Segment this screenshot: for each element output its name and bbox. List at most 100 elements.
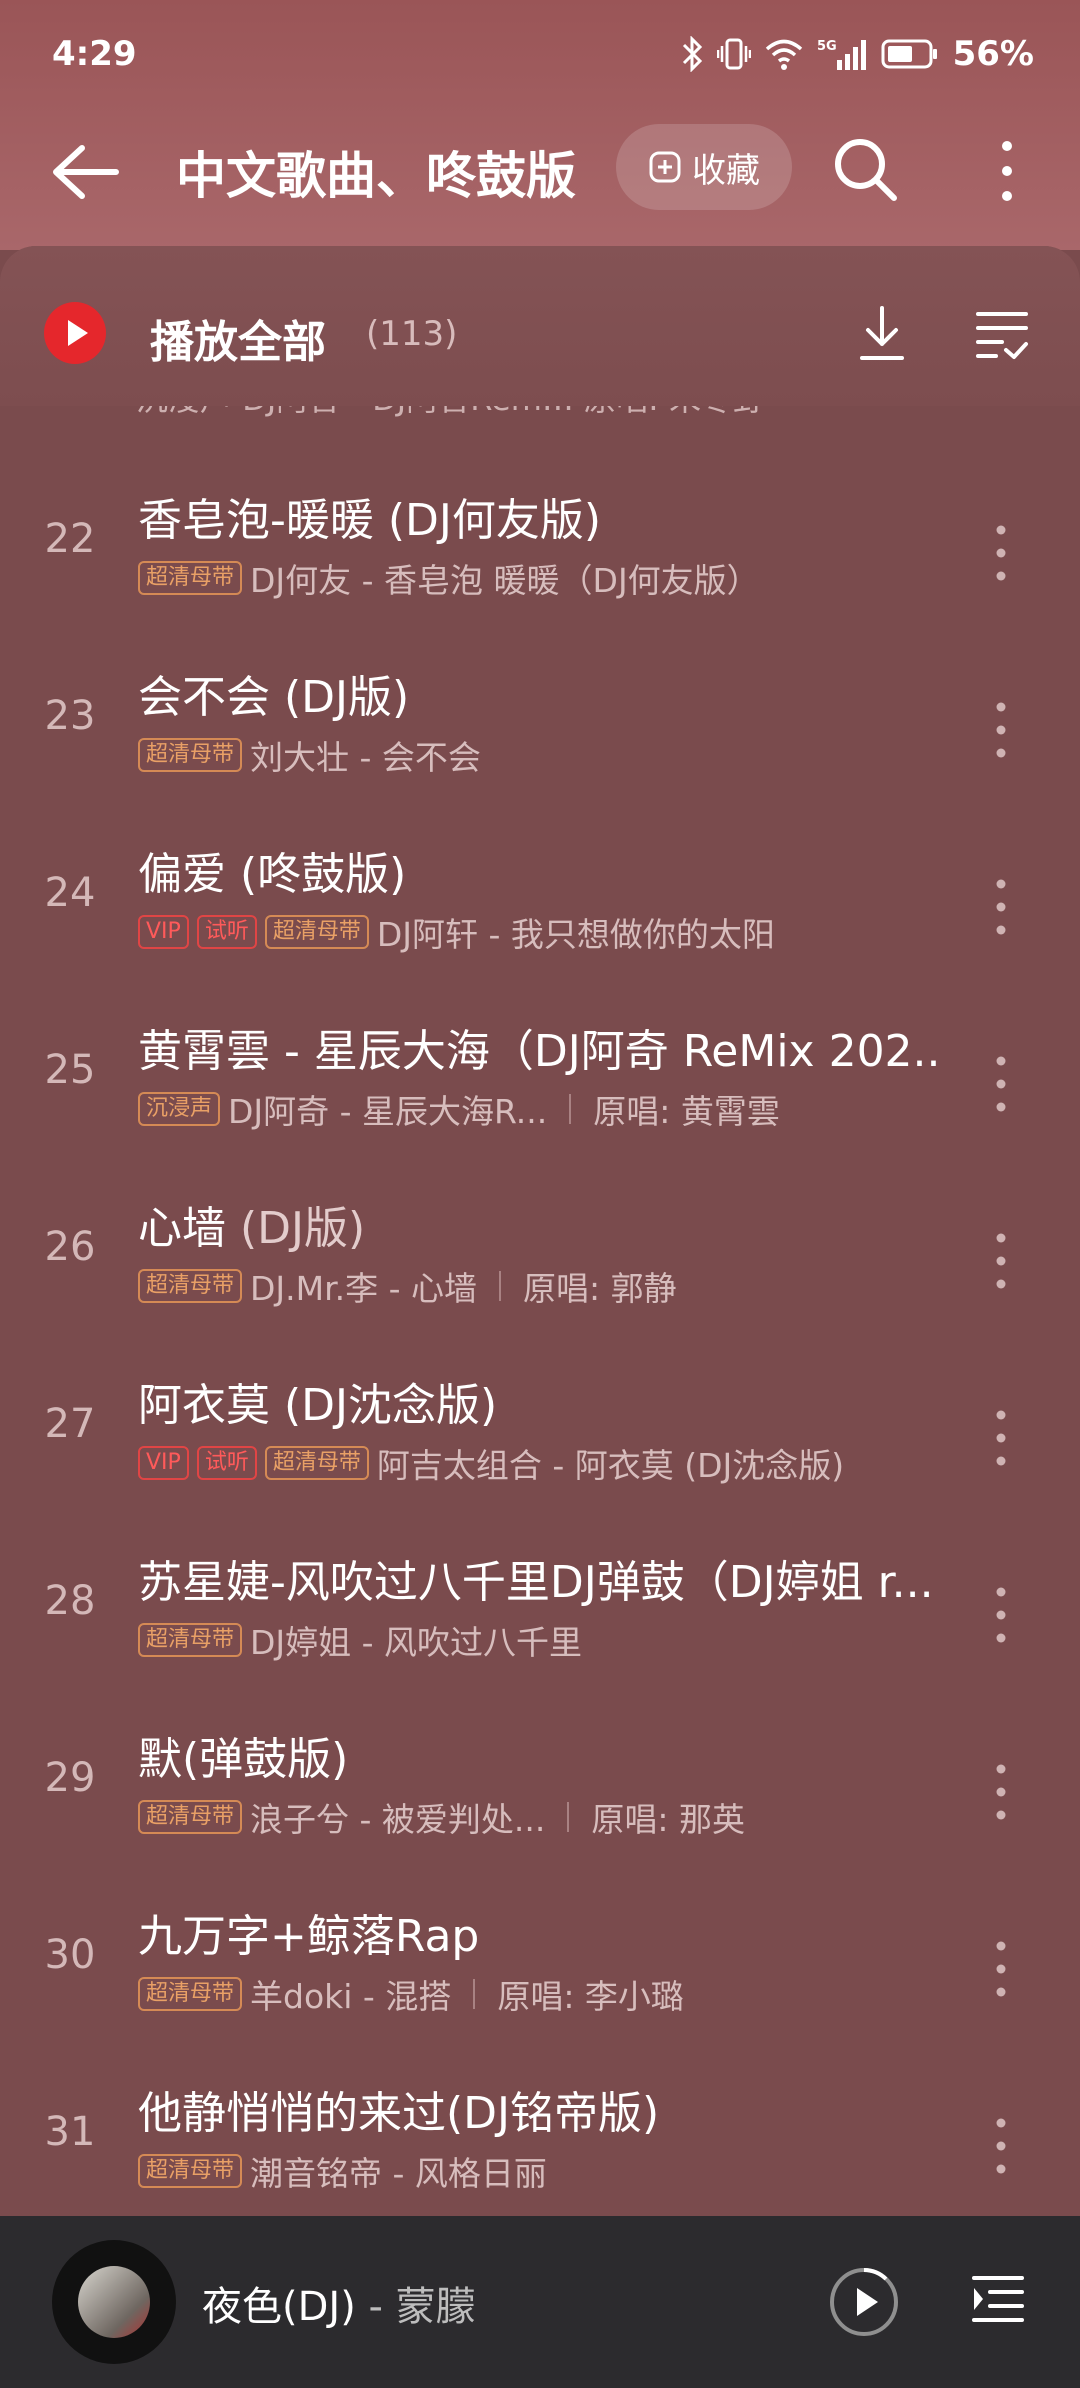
song-meta: VIP 试听 超清母带 DJ阿轩 - 我只想做你的太阳 bbox=[138, 908, 938, 956]
song-artist-album: DJ阿轩 - 我只想做你的太阳 bbox=[376, 915, 775, 954]
song-meta: 沉浸声 DJ阿奇 - 星辰大海R... 原唱: 黄霄雲 bbox=[138, 1085, 938, 1133]
song-index: 25 bbox=[44, 1047, 96, 1093]
back-arrow-icon[interactable] bbox=[46, 140, 126, 204]
song-title-text: 阿衣莫 (DJ沈念版) bbox=[138, 1380, 498, 1431]
song-row[interactable]: 29 默(弹鼓版) 超清母带 浪子兮 - 被爱判处... 原唱: 那英 bbox=[0, 1701, 1080, 1881]
song-row[interactable]: 28 苏星婕-风吹过八千里DJ弹鼓（DJ婷姐 r... 超清母带 DJ婷姐 - 风吹过… bbox=[0, 1524, 1080, 1704]
song-row[interactable]: 30 九万字+鲸落Rap 超清母带 羊doki - 混搭 原唱: 李小璐 bbox=[0, 1878, 1080, 2058]
bluetooth-icon bbox=[682, 36, 702, 72]
song-title: 会不会 (DJ版) bbox=[138, 661, 938, 725]
master-quality-badge: 超清母带 bbox=[138, 1623, 243, 1657]
song-row[interactable]: 23 会不会 (DJ版) 超清母带 刘大壮 - 会不会 bbox=[0, 639, 1080, 819]
song-meta: 超清母带 潮音铭帝 - 风格日丽 bbox=[138, 2147, 938, 2195]
master-quality-badge: 超清母带 bbox=[138, 1800, 243, 1834]
song-more-icon[interactable] bbox=[986, 872, 1016, 942]
song-more-icon[interactable] bbox=[986, 2111, 1016, 2181]
original-singer: 原唱: 黄霄雲 bbox=[593, 1092, 780, 1131]
trial-badge: 试听 bbox=[196, 1446, 257, 1480]
play-pause-button[interactable] bbox=[828, 2266, 900, 2338]
search-icon[interactable] bbox=[830, 134, 900, 204]
original-singer: 原唱: 李小璐 bbox=[497, 1977, 684, 2016]
song-index: 23 bbox=[44, 693, 96, 739]
song-title-text: 黄霄雲 - 星辰大海（DJ阿奇 ReMix 202... bbox=[138, 1026, 938, 1077]
now-playing-artist: - 蒙朦 bbox=[355, 2284, 476, 2330]
song-more-icon[interactable] bbox=[986, 1403, 1016, 1473]
song-row[interactable]: 27 阿衣莫 (DJ沈念版) VIP 试听 超清母带 阿吉太组合 - 阿衣莫 (DJ沈念版… bbox=[0, 1347, 1080, 1527]
song-row[interactable]: 31 他静悄悄的来过(DJ铭帝版) 超清母带 潮音铭帝 - 风格日丽 bbox=[0, 2055, 1080, 2216]
song-title-text: 他静悄悄的来过(DJ铭帝版) bbox=[138, 2088, 660, 2139]
status-icons: 5G 56% bbox=[681, 30, 1034, 78]
song-index: 29 bbox=[44, 1755, 96, 1801]
song-title-suffix: (DJ版) bbox=[226, 1203, 366, 1254]
song-more-icon[interactable] bbox=[986, 1226, 1016, 1296]
top-bar: 4:29 5G 56% 中文歌曲、咚鼓版 收藏 bbox=[0, 0, 1080, 250]
favorite-button[interactable]: 收藏 bbox=[616, 124, 792, 210]
song-artist-album: DJ婷姐 - 风吹过八千里 bbox=[250, 1623, 583, 1662]
song-title-text: 苏星婕-风吹过八千里DJ弹鼓（DJ婷姐 r... bbox=[138, 1557, 934, 1608]
song-artist-album: 羊doki - 混搭 bbox=[250, 1977, 452, 2016]
trial-badge: 试听 bbox=[196, 915, 257, 949]
song-artist-album: 阿吉太组合 - 阿衣莫 (DJ沈念版) bbox=[376, 1446, 845, 1485]
play-all-label[interactable]: 播放全部 bbox=[150, 306, 326, 370]
song-artist-album: DJ何友 - 香皂泡 暖暖（DJ何友版） bbox=[250, 561, 760, 600]
song-artist-album: DJ.Mr.李 - 心墙 bbox=[250, 1269, 478, 1308]
immersive-badge: 沉浸声 bbox=[138, 1092, 221, 1126]
song-title-text: 香皂泡-暖暖 (DJ何友版) bbox=[138, 495, 602, 546]
song-title: 阿衣莫 (DJ沈念版) bbox=[138, 1369, 938, 1433]
play-icon bbox=[68, 320, 88, 346]
status-bar: 4:29 5G 56% bbox=[0, 0, 1080, 120]
download-icon[interactable] bbox=[852, 302, 912, 366]
song-title-text: 心墙 bbox=[138, 1203, 226, 1254]
master-quality-badge: 超清母带 bbox=[138, 2154, 243, 2188]
song-row[interactable]: 24 偏爱 (咚鼓版) VIP 试听 超清母带 DJ阿轩 - 我只想做你的太阳 bbox=[0, 816, 1080, 996]
song-more-icon[interactable] bbox=[986, 1757, 1016, 1827]
battery-icon bbox=[881, 39, 937, 69]
play-all-button[interactable] bbox=[44, 302, 106, 364]
cover-image bbox=[78, 2266, 150, 2338]
favorite-label: 收藏 bbox=[692, 150, 760, 191]
album-cover[interactable] bbox=[52, 2240, 176, 2364]
song-count: (113) bbox=[366, 314, 458, 354]
song-more-icon[interactable] bbox=[986, 1934, 1016, 2004]
song-row[interactable]: 22 香皂泡-暖暖 (DJ何友版) 超清母带 DJ何友 - 香皂泡 暖暖（DJ何友版） bbox=[0, 462, 1080, 642]
svg-text:5G: 5G bbox=[817, 39, 837, 54]
song-meta: 超清母带 DJ.Mr.李 - 心墙 原唱: 郭静 bbox=[138, 1262, 938, 1310]
song-index: 31 bbox=[44, 2109, 96, 2155]
meta-divider bbox=[473, 1979, 476, 2009]
song-meta: 超清母带 刘大壮 - 会不会 bbox=[138, 731, 938, 779]
song-title-text: 会不会 (DJ版) bbox=[138, 672, 410, 723]
mini-player[interactable]: 夜色(DJ) - 蒙朦 bbox=[0, 2216, 1080, 2388]
master-quality-badge: 超清母带 bbox=[138, 1977, 243, 2011]
song-row[interactable]: 25 黄霄雲 - 星辰大海（DJ阿奇 ReMix 202... 沉浸声 DJ阿奇 - … bbox=[0, 993, 1080, 1173]
vip-badge: VIP bbox=[138, 915, 189, 949]
now-playing-text[interactable]: 夜色(DJ) - 蒙朦 bbox=[202, 2274, 476, 2332]
song-title: 默(弹鼓版) bbox=[138, 1723, 938, 1787]
song-meta: 超清母带 DJ婷姐 - 风吹过八千里 bbox=[138, 1616, 938, 1664]
song-title: 香皂泡-暖暖 (DJ何友版) bbox=[138, 484, 938, 548]
song-row[interactable]: 26 心墙 (DJ版) 超清母带 DJ.Mr.李 - 心墙 原唱: 郭静 bbox=[0, 1170, 1080, 1350]
song-title: 九万字+鲸落Rap bbox=[138, 1900, 938, 1964]
playlist-queue-icon[interactable] bbox=[970, 2272, 1026, 2328]
song-meta: 超清母带 DJ何友 - 香皂泡 暖暖（DJ何友版） bbox=[138, 554, 938, 602]
battery-percent: 56% bbox=[952, 34, 1034, 74]
master-quality-badge: 超清母带 bbox=[264, 1446, 369, 1480]
song-more-icon[interactable] bbox=[986, 695, 1016, 765]
more-vertical-icon[interactable] bbox=[992, 136, 1022, 206]
vibrate-icon bbox=[716, 38, 751, 70]
master-quality-badge: 超清母带 bbox=[138, 561, 243, 595]
multi-select-icon[interactable] bbox=[974, 306, 1030, 362]
song-meta: VIP 试听 超清母带 阿吉太组合 - 阿衣莫 (DJ沈念版) bbox=[138, 1439, 938, 1487]
vip-badge: VIP bbox=[138, 1446, 189, 1480]
song-more-icon[interactable] bbox=[986, 518, 1016, 588]
meta-divider bbox=[569, 1094, 572, 1124]
list-header: 播放全部 (113) bbox=[0, 246, 1080, 406]
song-title: 黄霄雲 - 星辰大海（DJ阿奇 ReMix 202... bbox=[138, 1015, 938, 1079]
song-index: 22 bbox=[44, 516, 96, 562]
meta-divider bbox=[499, 1271, 502, 1301]
song-more-icon[interactable] bbox=[986, 1049, 1016, 1119]
song-artist-album: 刘大壮 - 会不会 bbox=[250, 738, 481, 777]
cellular-5g-icon: 5G bbox=[817, 39, 866, 70]
wifi-icon bbox=[765, 39, 802, 70]
master-quality-badge: 超清母带 bbox=[138, 1269, 243, 1303]
song-more-icon[interactable] bbox=[986, 1580, 1016, 1650]
